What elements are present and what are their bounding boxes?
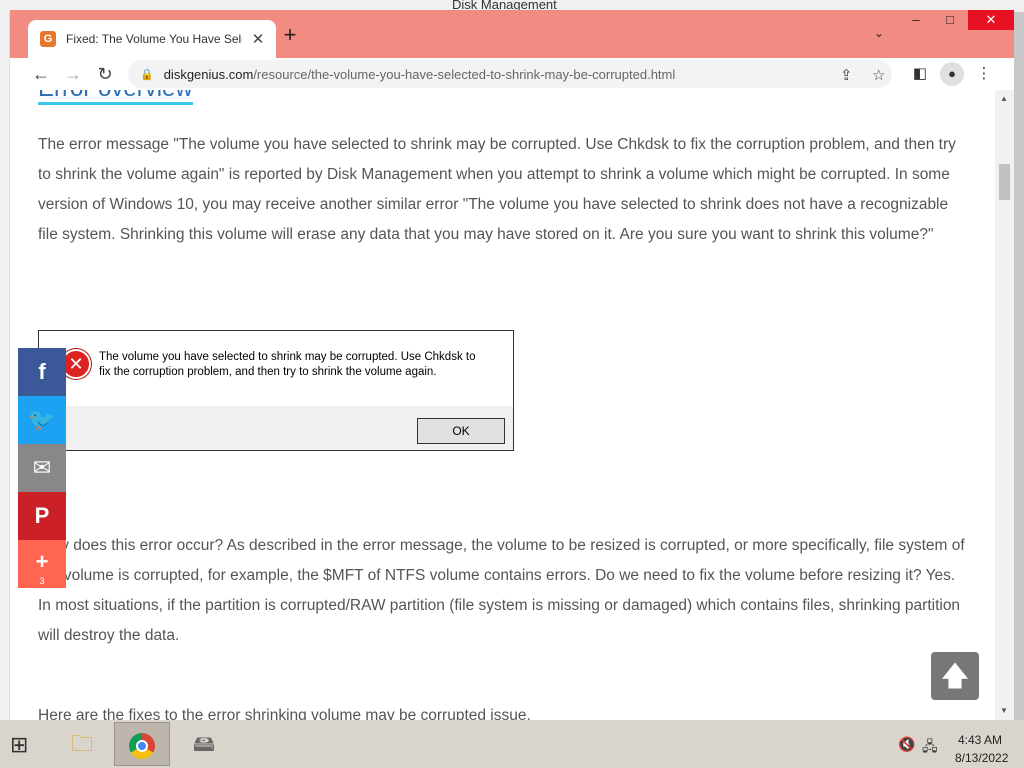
share-icon[interactable]: ⇪ xyxy=(840,66,853,84)
pinterest-share-button[interactable]: P xyxy=(18,492,66,540)
chrome-icon xyxy=(129,733,155,760)
taskbar: ⊞ 🗀 🖴 🔇 🖧 4:43 AM 8/13/2022 xyxy=(0,720,1024,768)
browser-toolbar: ← → ↻ 🔒 diskgenius.com/resource/the-volu… xyxy=(10,58,1014,90)
scroll-up-arrow-icon[interactable]: ▲ xyxy=(1000,94,1008,103)
page-scrollbar[interactable]: ▲ ▼ xyxy=(995,90,1014,720)
browser-tab[interactable]: G Fixed: The Volume You Have Selected to… xyxy=(28,20,276,58)
facebook-share-button[interactable]: f xyxy=(18,348,66,396)
tab-strip: G Fixed: The Volume You Have Selected to… xyxy=(10,10,1014,58)
bookmark-star-icon[interactable]: ☆ xyxy=(872,66,885,84)
twitter-share-button[interactable]: 🐦 xyxy=(18,396,66,444)
tab-title: Fixed: The Volume You Have Selected to S… xyxy=(66,32,242,46)
back-to-top-button[interactable]: 🡅 xyxy=(931,652,979,700)
chrome-taskbar-button[interactable] xyxy=(114,722,170,766)
profile-avatar-icon[interactable]: ● xyxy=(940,62,964,86)
more-share-button[interactable]: + 3 xyxy=(18,540,66,588)
minimize-button[interactable]: – xyxy=(900,10,932,30)
disk-management-icon[interactable]: 🖴 xyxy=(176,722,232,766)
tab-search-chevron-icon[interactable]: ⌄ xyxy=(874,26,884,40)
dialog-message: The volume you have selected to shrink m… xyxy=(99,351,476,378)
background-window-edge xyxy=(0,12,10,720)
forward-arrow-icon[interactable]: → xyxy=(60,62,86,86)
windows-start-icon[interactable]: ⊞ xyxy=(10,732,28,758)
favicon-icon: G xyxy=(40,31,56,47)
address-bar[interactable]: 🔒 diskgenius.com/resource/the-volume-you… xyxy=(128,60,892,88)
clock-time[interactable]: 4:43 AM xyxy=(958,733,1002,747)
email-share-button[interactable]: ✉ xyxy=(18,444,66,492)
share-count: 3 xyxy=(39,576,45,586)
tab-close-icon[interactable]: ✕ xyxy=(250,30,266,48)
plus-icon: + xyxy=(35,549,49,574)
file-explorer-icon[interactable]: 🗀 xyxy=(54,722,110,766)
reload-icon[interactable]: ↻ xyxy=(92,62,118,86)
url-path: /resource/the-volume-you-have-selected-t… xyxy=(253,66,676,82)
ok-button: OK xyxy=(417,418,505,444)
volume-muted-icon[interactable]: 🔇 xyxy=(898,736,915,753)
more-menu-icon[interactable]: ⋮ xyxy=(972,62,996,86)
paragraph-error-overview: The error message "The volume you have s… xyxy=(38,136,956,243)
lock-icon[interactable]: 🔒 xyxy=(140,68,154,81)
close-window-button[interactable]: ✕ xyxy=(968,10,1014,30)
error-dialog-image: ✕ The volume you have selected to shrink… xyxy=(38,330,514,451)
url-host: diskgenius.com xyxy=(163,66,254,82)
paragraph-fixes: Here are the fixes to the error shrinkin… xyxy=(38,707,531,720)
new-tab-button[interactable]: + xyxy=(278,24,302,48)
section-heading: Error overview xyxy=(38,90,193,105)
page-content: Error overview The error message "The vo… xyxy=(10,90,995,720)
paragraph-why-error: Why does this error occur? As described … xyxy=(38,537,965,644)
side-panel-icon[interactable]: ◧ xyxy=(908,62,932,86)
scroll-down-arrow-icon[interactable]: ▼ xyxy=(1000,706,1008,715)
network-icon[interactable]: 🖧 xyxy=(922,736,938,760)
back-arrow-icon[interactable]: ← xyxy=(28,62,54,86)
maximize-button[interactable]: □ xyxy=(934,10,966,30)
social-share-bar: f 🐦 ✉ P + 3 xyxy=(18,348,66,588)
clock-date[interactable]: 8/13/2022 xyxy=(955,751,1008,765)
scroll-thumb[interactable] xyxy=(999,164,1010,200)
